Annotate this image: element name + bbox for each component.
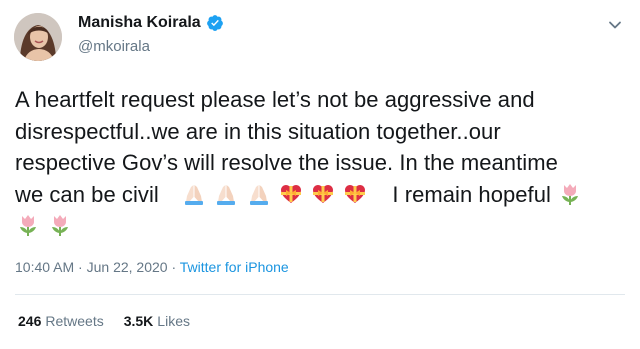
- tulip-emoji-icon: [20, 215, 36, 236]
- likes-stat[interactable]: 3.5K Likes: [124, 313, 190, 329]
- tweet-text: A heartfelt request please let’s not be …: [15, 84, 627, 242]
- tweet-source-link[interactable]: Twitter for iPhone: [180, 259, 289, 275]
- tweet-time[interactable]: 10:40 AM: [15, 259, 74, 275]
- heart-with-ribbon-emoji-icon: [345, 184, 366, 203]
- user-handle[interactable]: @mkoirala: [78, 38, 150, 55]
- author-name-row[interactable]: Manisha Koirala: [78, 14, 224, 32]
- heart-with-ribbon-emoji-icon: [312, 184, 333, 203]
- tulip-emoji-icon: [562, 183, 579, 205]
- tweet-line: disrespectful..we are in this situation …: [15, 118, 501, 144]
- heart-with-ribbon-emoji-icon: [280, 184, 301, 203]
- retweets-label: Retweets: [45, 313, 104, 329]
- separator-dot: ·: [167, 259, 180, 275]
- engagement-stats: 246 Retweets 3.5K Likes: [18, 313, 190, 329]
- verified-badge-icon: [206, 15, 223, 31]
- folded-hands-emoji-icon: [185, 184, 204, 205]
- retweets-count: 246: [18, 313, 42, 329]
- retweets-stat[interactable]: 246 Retweets: [18, 313, 104, 329]
- tulip-emoji-icon: [52, 215, 69, 236]
- tweet-line: [15, 210, 627, 242]
- chevron-down-icon[interactable]: [608, 18, 622, 32]
- likes-label: Likes: [157, 313, 190, 329]
- avatar[interactable]: [14, 13, 62, 61]
- display-name[interactable]: Manisha Koirala: [78, 14, 201, 32]
- tweet-line: A heartfelt request please let’s not be …: [15, 87, 535, 112]
- folded-hands-emoji-icon: [217, 184, 236, 205]
- tweet-line: respective Gov’s will resolve the issue.…: [15, 150, 558, 175]
- tweet-line: we can be civil I remain hopeful: [15, 179, 627, 211]
- tweet-meta: 10:40 AM · Jun 22, 2020 · Twitter for iP…: [15, 259, 289, 275]
- tweet-text-fragment: we can be civil: [15, 181, 159, 207]
- separator-dot: ·: [74, 259, 87, 275]
- tweet-text-fragment: I remain hopeful: [392, 181, 551, 207]
- likes-count: 3.5K: [123, 313, 154, 329]
- divider: [15, 294, 625, 295]
- tweet-date[interactable]: Jun 22, 2020: [87, 259, 168, 275]
- avatar-image: [14, 13, 62, 61]
- folded-hands-emoji-icon: [249, 184, 268, 205]
